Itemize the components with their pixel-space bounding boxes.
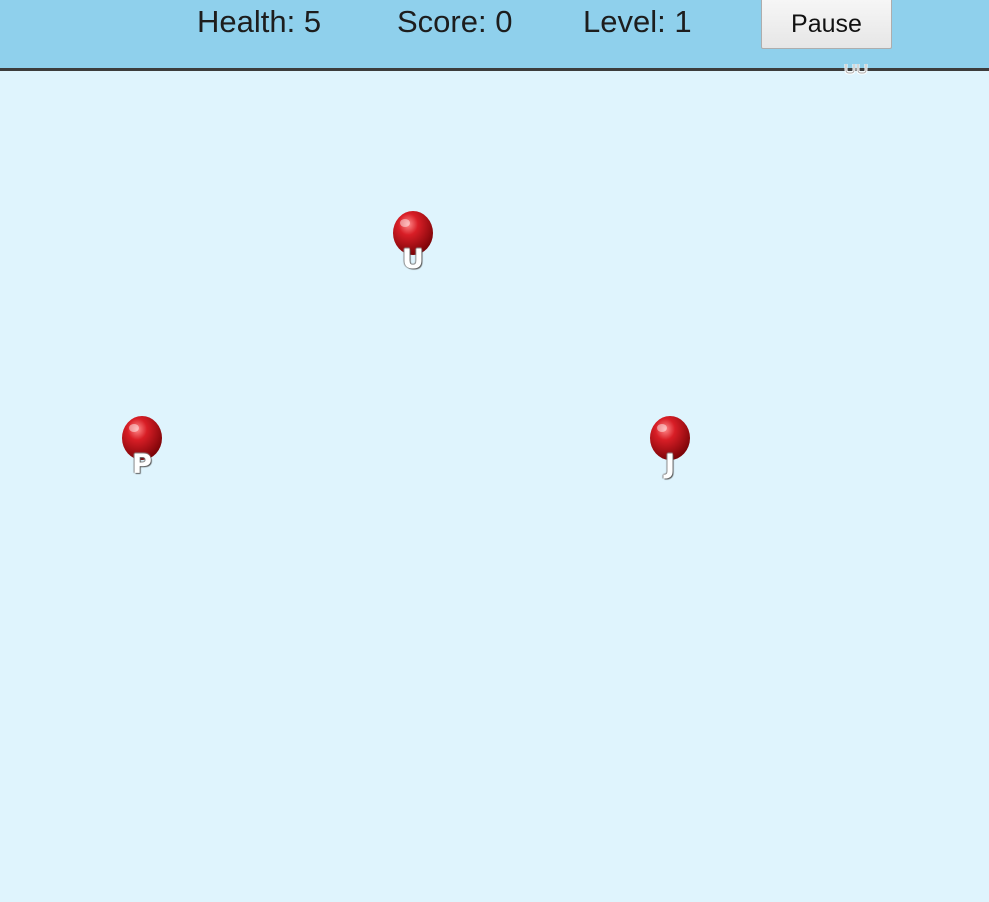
balloon-p[interactable]: P (122, 416, 170, 488)
health-label: Health: 5 (197, 4, 322, 39)
hud-bar: Health: 5 Score: 0 Level: 1 Pause (0, 0, 989, 71)
game-area[interactable]: Health: 5 Score: 0 Level: 1 Pause U P J (0, 0, 989, 902)
balloon-letter: U (402, 244, 424, 275)
balloon-letter: P (132, 449, 152, 480)
balloon-letter: J (664, 449, 676, 480)
pause-button[interactable]: Pause (761, 0, 892, 49)
balloon-j[interactable]: J (650, 416, 698, 488)
score-label: Score: 0 (397, 4, 513, 39)
balloon-u[interactable]: U (393, 211, 441, 283)
balloon-partial-icon (844, 64, 868, 75)
level-label: Level: 1 (583, 4, 692, 39)
balloon-partial[interactable] (838, 64, 874, 78)
